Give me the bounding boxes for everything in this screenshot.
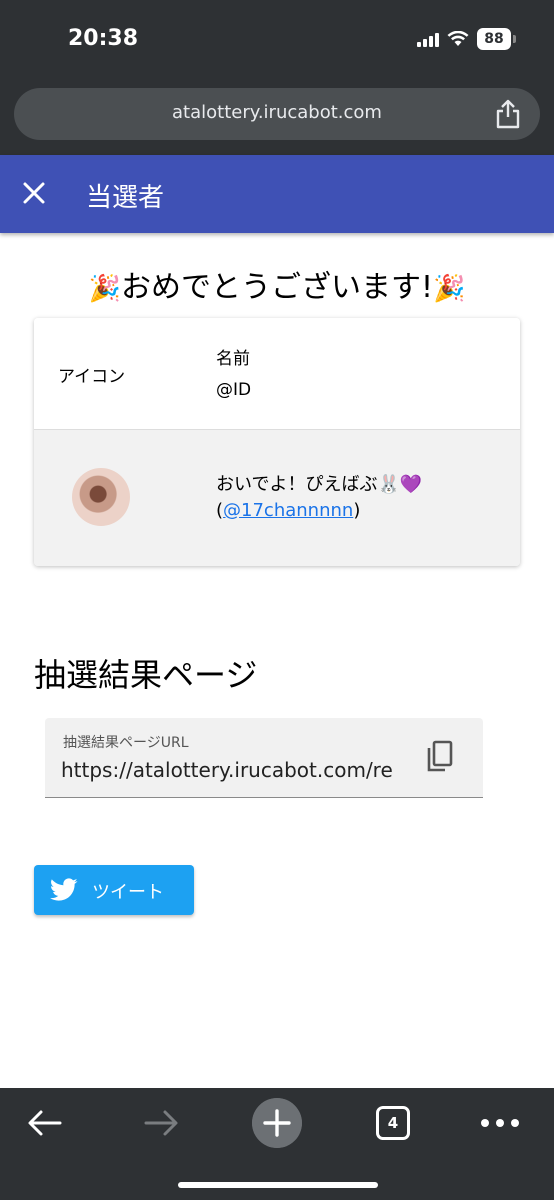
home-indicator bbox=[178, 1182, 378, 1188]
congrats-heading: 🎉おめでとうございます!🎉 bbox=[0, 262, 554, 306]
table-header: アイコン 名前 @ID bbox=[34, 318, 520, 430]
tweet-button[interactable]: ツイート bbox=[34, 865, 194, 915]
close-icon[interactable] bbox=[18, 177, 50, 209]
battery-level: 88 bbox=[484, 31, 504, 47]
copy-icon[interactable] bbox=[425, 740, 455, 774]
table-row: おいでよ！ぴえばぶ🐰💜 (@17channnnn) bbox=[34, 430, 520, 566]
page-title: 当選者 bbox=[86, 183, 165, 213]
battery-icon: 88 bbox=[477, 28, 511, 50]
winner-id: (@17channnnn) bbox=[216, 500, 361, 521]
party-popper-icon: 🎉 bbox=[433, 274, 466, 304]
tweet-label: ツイート bbox=[92, 882, 164, 903]
header-name: 名前 bbox=[216, 349, 250, 369]
winner-name: おいでよ！ぴえばぶ🐰💜 bbox=[216, 474, 423, 495]
winner-id-link[interactable]: @17channnnn bbox=[223, 500, 353, 521]
signal-icon bbox=[417, 31, 439, 47]
forward-arrow-icon[interactable] bbox=[142, 1106, 180, 1140]
browser-chrome: 20:38 88 atalottery.irucabot.com bbox=[0, 0, 554, 155]
winner-table: アイコン 名前 @ID おいでよ！ぴえばぶ🐰💜 (@17channnnn) bbox=[34, 318, 520, 566]
congrats-text: おめでとうございます! bbox=[120, 270, 434, 305]
back-arrow-icon[interactable] bbox=[26, 1106, 64, 1140]
result-url-label: 抽選結果ページURL bbox=[63, 735, 189, 751]
status-time: 20:38 bbox=[68, 26, 139, 51]
url-text: atalottery.irucabot.com bbox=[172, 102, 382, 123]
app-bar: 当選者 bbox=[0, 155, 554, 233]
result-url-field: 抽選結果ページURL bbox=[45, 718, 483, 798]
result-url-input[interactable] bbox=[61, 756, 399, 784]
party-popper-icon: 🎉 bbox=[88, 274, 121, 304]
twitter-bird-icon bbox=[50, 878, 78, 901]
status-icons: 88 bbox=[417, 28, 516, 50]
header-icon: アイコン bbox=[58, 367, 126, 387]
new-tab-plus-icon[interactable] bbox=[252, 1098, 302, 1148]
address-bar[interactable]: atalottery.irucabot.com bbox=[14, 88, 540, 140]
more-menu-icon[interactable] bbox=[480, 1118, 520, 1128]
share-icon[interactable] bbox=[494, 99, 522, 129]
tab-switcher-button[interactable]: 4 bbox=[376, 1106, 410, 1140]
header-id: @ID bbox=[216, 380, 252, 400]
result-section-title: 抽選結果ページ bbox=[34, 656, 258, 694]
wifi-icon bbox=[447, 31, 469, 46]
avatar bbox=[72, 468, 130, 526]
